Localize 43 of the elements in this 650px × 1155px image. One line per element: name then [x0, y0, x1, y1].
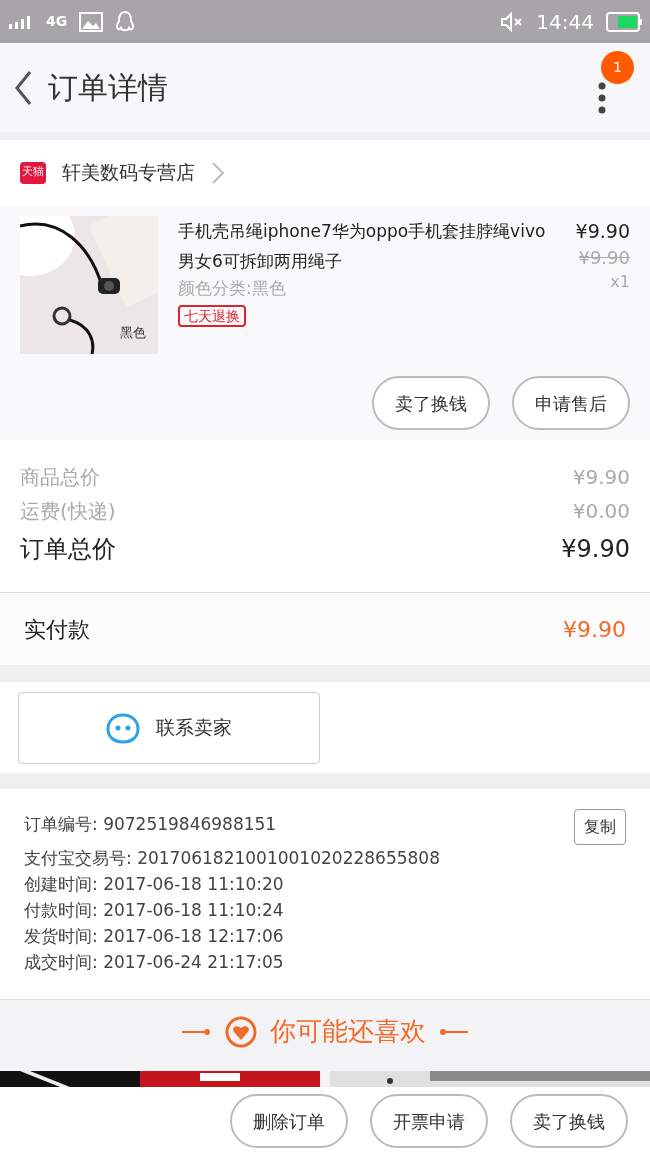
- contact-seller-button[interactable]: 联系卖家: [18, 691, 320, 764]
- price: ¥9.90: [575, 219, 630, 244]
- order-info-line: 成交时间: 2017-06-24 21:17:05: [24, 951, 284, 974]
- order-info-line: 订单编号: 9072519846988151: [24, 813, 277, 836]
- paid-amount: ¥9.90: [563, 615, 626, 644]
- paid-label: 实付款: [24, 615, 90, 644]
- summary-label: 运费(快递): [20, 498, 116, 525]
- summary-value: ¥9.90: [572, 464, 630, 491]
- page-title: 订单详情: [48, 69, 168, 107]
- image-caption: 黑色: [120, 323, 146, 342]
- product-title[interactable]: 手机壳吊绳iphone7华为oppo手机套挂脖绳vivo男女6可拆卸两用绳子: [178, 216, 556, 276]
- chat-face-icon: [106, 711, 140, 744]
- notification-badge: 1: [601, 51, 634, 84]
- image-icon: [79, 11, 104, 32]
- action-button[interactable]: 申请售后: [512, 376, 630, 430]
- action-button[interactable]: 开票申请: [370, 1094, 488, 1148]
- original-price: ¥9.90: [578, 246, 630, 270]
- summary-label: 商品总价: [20, 464, 100, 491]
- action-button[interactable]: 卖了换钱: [372, 376, 490, 430]
- quantity: x1: [610, 271, 630, 293]
- recommend-title: 你可能还喜欢: [270, 1015, 426, 1048]
- chevron-right-icon: [211, 160, 225, 185]
- dash-dot-icon: [438, 1026, 468, 1037]
- order-info-line: 付款时间: 2017-06-18 11:10:24: [24, 899, 284, 922]
- action-button[interactable]: 删除订单: [230, 1094, 348, 1148]
- summary-value: ¥0.00: [572, 498, 630, 525]
- copy-button[interactable]: 复制: [574, 809, 626, 845]
- order-info-line: 创建时间: 2017-06-18 11:10:20: [24, 873, 284, 896]
- action-button[interactable]: 卖了换钱: [510, 1094, 628, 1148]
- variant-text: 颜色分类:黑色: [178, 277, 287, 300]
- return-tag: 七天退换: [178, 305, 246, 327]
- battery-icon: [606, 11, 642, 32]
- mute-icon: [500, 11, 525, 32]
- dash-dot-icon: [182, 1026, 212, 1037]
- clock: 14:44: [536, 8, 594, 36]
- summary-value: ¥9.90: [561, 534, 630, 565]
- network-label: 4G: [46, 12, 68, 31]
- penguin-icon: [115, 10, 136, 33]
- order-info-line: 发货时间: 2017-06-18 12:17:06: [24, 925, 284, 948]
- store-logo: 天猫: [20, 161, 46, 184]
- shop-name[interactable]: 轩美数码专营店: [62, 158, 195, 187]
- order-info-line: 支付宝交易号: 2017061821001001020228655808: [24, 847, 440, 870]
- summary-label: 订单总价: [20, 534, 116, 565]
